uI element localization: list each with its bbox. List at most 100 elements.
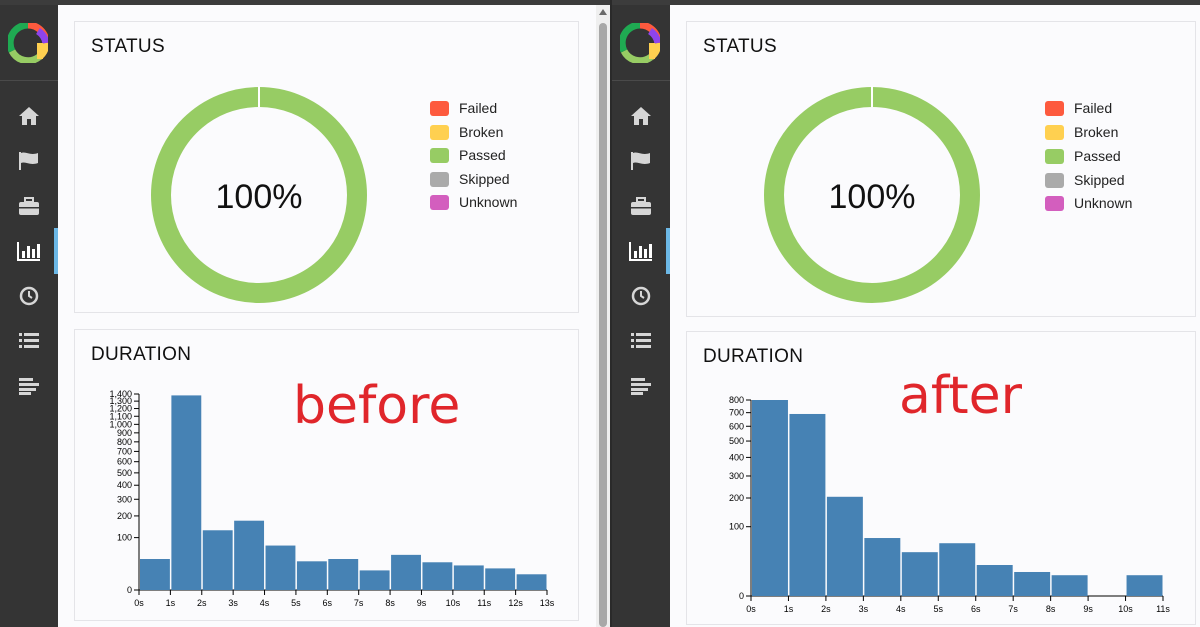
legend-passed[interactable]: Passed (430, 147, 506, 163)
duration-bar[interactable] (976, 565, 1013, 596)
y-tick-label: 500 (117, 468, 132, 478)
duration-bar[interactable] (826, 496, 863, 596)
x-tick-label: 6s (323, 598, 333, 608)
allure-logo-icon[interactable] (620, 23, 660, 63)
scrollbar[interactable] (596, 5, 610, 627)
legend-failed[interactable]: Failed (430, 100, 497, 116)
nav-timeline[interactable] (612, 273, 670, 319)
timeline-icon (19, 378, 39, 395)
legend-label: Passed (459, 147, 506, 163)
status-percent-label: 100% (829, 178, 916, 216)
x-tick-label: 4s (896, 604, 906, 614)
duration-bar[interactable] (1051, 575, 1088, 596)
x-tick-label: 0s (746, 604, 756, 614)
duration-bar[interactable] (359, 570, 390, 590)
duration-bar[interactable] (864, 538, 901, 596)
graph-icon (17, 242, 40, 261)
x-tick-label: 3s (228, 598, 238, 608)
duration-widget: DURATION after 0 100 200 300 400 500 600 700 800… (686, 331, 1196, 625)
nav-overview[interactable] (612, 93, 670, 139)
scroll-up-icon[interactable] (599, 9, 607, 15)
allure-logo-icon[interactable] (8, 23, 48, 63)
duration-bar[interactable] (328, 559, 359, 590)
duration-histogram: 01002003004005006007008009001,0001,1001,… (109, 389, 555, 608)
nav-graphs[interactable] (612, 228, 670, 274)
slice-gap (258, 86, 260, 107)
nav-behaviors[interactable] (612, 318, 670, 364)
duration-bar[interactable] (516, 574, 547, 590)
x-tick-label: 12s (508, 598, 523, 608)
legend-failed[interactable]: Failed (1045, 100, 1112, 116)
duration-bar[interactable] (1126, 575, 1163, 596)
legend-passed[interactable]: Passed (1045, 148, 1121, 164)
y-tick-label: 800 (729, 395, 744, 405)
panel-before: STATUS 100% Failed Broken Passed Skipped… (0, 0, 612, 627)
nav-suites[interactable] (612, 183, 670, 229)
main-content: STATUS 100% Failed Broken Passed Skipped… (670, 5, 1200, 627)
nav-overview[interactable] (0, 93, 58, 139)
list-icon (631, 333, 651, 348)
legend-swatch (1045, 195, 1064, 211)
sidebar (612, 5, 670, 627)
scrollbar-thumb[interactable] (599, 23, 607, 627)
x-tick-label: 11s (477, 598, 491, 608)
x-tick-label: 9s (1083, 604, 1093, 614)
main-content: STATUS 100% Failed Broken Passed Skipped… (58, 5, 612, 627)
legend-swatch (430, 171, 449, 187)
y-tick-label: 700 (117, 446, 132, 456)
duration-bar[interactable] (202, 530, 233, 590)
y-tick-label: 200 (729, 493, 744, 503)
legend-skipped[interactable]: Skipped (430, 171, 510, 187)
briefcase-icon (631, 197, 651, 215)
x-tick-label: 5s (934, 604, 944, 614)
duration-histogram: 0 100 200 300 400 500 600 700 800 0s 1s 2s 3s 4s 5s 6s 7… (729, 395, 1170, 614)
legend-skipped[interactable]: Skipped (1045, 172, 1125, 188)
duration-bar[interactable] (485, 568, 516, 590)
duration-bar[interactable] (453, 565, 484, 590)
nav-behaviors[interactable] (0, 318, 58, 364)
panel-after: STATUS 100% Failed Broken Passed Skipped… (612, 0, 1200, 627)
nav-categories[interactable] (0, 138, 58, 184)
y-tick-label: 0 (739, 591, 744, 601)
duration-bar[interactable] (789, 413, 826, 596)
briefcase-icon (19, 197, 39, 215)
legend-label: Failed (1074, 100, 1113, 116)
nav-timeline[interactable] (0, 273, 58, 319)
legend-label: Broken (1074, 124, 1119, 140)
flag-icon (631, 152, 650, 170)
duration-bar[interactable] (171, 395, 202, 590)
nav-packages[interactable] (612, 363, 670, 409)
nav-categories[interactable] (612, 138, 670, 184)
timeline-icon (631, 378, 651, 395)
duration-bar[interactable] (422, 562, 453, 590)
legend-broken[interactable]: Broken (430, 124, 503, 140)
duration-bar[interactable] (265, 545, 296, 590)
duration-bar[interactable] (939, 543, 976, 596)
legend-unknown[interactable]: Unknown (1045, 195, 1132, 211)
legend-swatch (430, 100, 449, 116)
clock-icon (19, 286, 39, 306)
y-tick-label: 500 (729, 436, 744, 446)
duration-bar[interactable] (234, 520, 265, 590)
x-tick-label: 8s (385, 598, 395, 608)
x-tick-label: 13s (540, 598, 555, 608)
nav-graphs[interactable] (0, 228, 58, 274)
x-tick-label: 8s (1046, 604, 1056, 614)
duration-bar[interactable] (391, 554, 421, 590)
x-tick-label: 2s (821, 604, 831, 614)
duration-bar[interactable] (901, 552, 938, 596)
duration-bar[interactable] (1014, 571, 1051, 596)
legend-unknown[interactable]: Unknown (430, 194, 517, 210)
x-tick-label: 10s (446, 598, 461, 608)
legend-broken[interactable]: Broken (1045, 124, 1118, 140)
nav-suites[interactable] (0, 183, 58, 229)
clock-icon (631, 286, 651, 306)
legend-swatch (1045, 124, 1064, 140)
duration-bar[interactable] (752, 400, 788, 596)
duration-bar[interactable] (296, 561, 327, 590)
nav-packages[interactable] (0, 363, 58, 409)
x-tick-label: 0s (134, 598, 144, 608)
duration-bar[interactable] (140, 559, 170, 590)
x-tick-label: 11s (1156, 604, 1170, 614)
status-donut-chart: 100% (764, 86, 980, 303)
